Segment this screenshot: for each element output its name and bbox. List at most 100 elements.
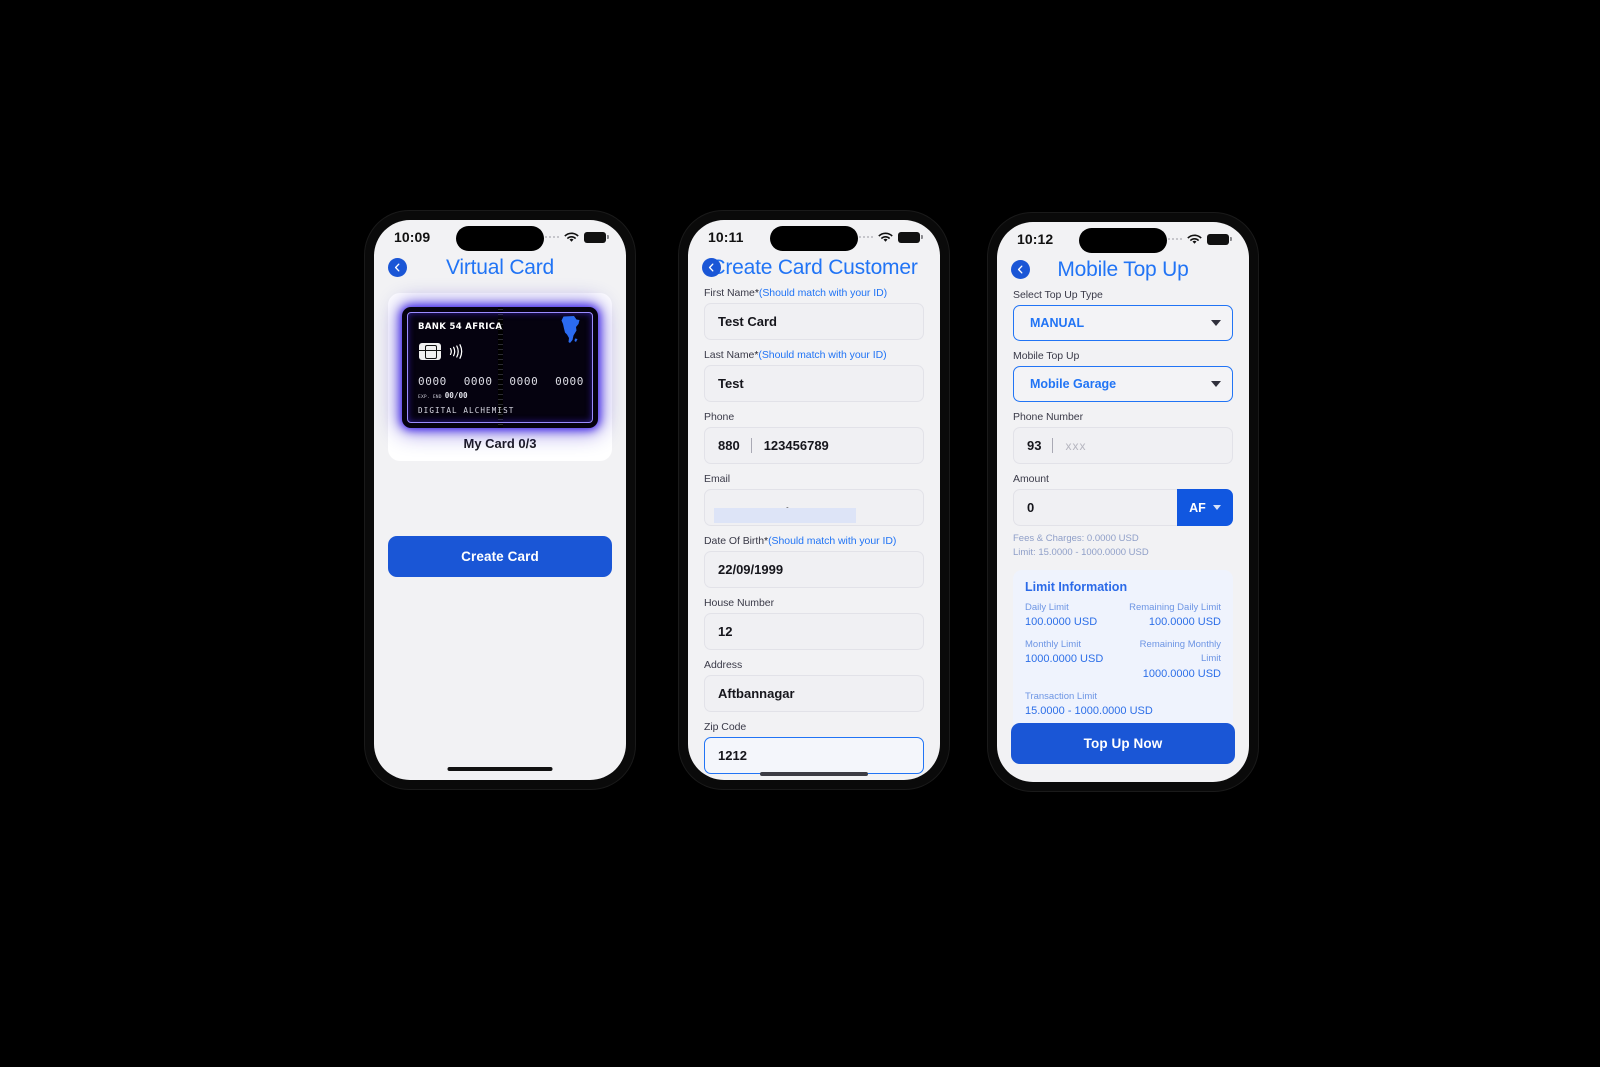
field-last-name: Last Name*(Should match with your ID) Te… [704, 349, 924, 402]
field-label: Amount [1013, 473, 1049, 485]
label-text: Address [704, 659, 743, 671]
card-number-group: 0000 [555, 375, 584, 388]
phone-create-card-customer: 10:11 Create Card Customer First Name*(S… [679, 211, 949, 789]
screenshot-canvas: 10:09 Virtual Card BANK 54 AFRICA 0000 0… [0, 0, 1600, 1067]
label-text: Zip Code [704, 721, 747, 733]
nav-bar: Create Card Customer [688, 254, 940, 287]
status-time: 10:09 [394, 229, 431, 245]
phone-number-input[interactable]: 93 xxx [1013, 427, 1233, 464]
zip-code-input[interactable]: 1212 [704, 737, 924, 774]
field-label: Select Top Up Type [1013, 289, 1103, 301]
input-value: Test Card [718, 314, 777, 329]
chevron-left-icon [394, 263, 400, 272]
field-label: Address [704, 659, 924, 671]
remaining-monthly-limit-value: 1000.0000 USD [1142, 667, 1221, 680]
amount-input[interactable]: 0 [1013, 489, 1177, 526]
field-operator: Mobile Top Up Mobile Garage [1013, 350, 1233, 402]
text-selection-highlight [714, 508, 856, 523]
status-time: 10:12 [1017, 231, 1054, 247]
wifi-icon [878, 231, 893, 242]
input-value: 1212 [718, 748, 747, 763]
nav-bar: Mobile Top Up [997, 256, 1249, 289]
topup-type-select[interactable]: MANUAL [1013, 305, 1233, 341]
phone-country-prefix: 880 [718, 438, 752, 453]
home-indicator [447, 767, 553, 771]
monthly-limit: Monthly Limit 1000.0000 USD [1025, 638, 1123, 682]
address-input[interactable]: Aftbannagar [704, 675, 924, 712]
battery-icon [1207, 233, 1232, 245]
daily-limit: Daily Limit 100.0000 USD [1025, 601, 1123, 631]
status-bar: 10:12 [997, 222, 1249, 256]
label-text: First Name [704, 287, 755, 299]
remaining-monthly-limit-label: Remaining Monthly Limit [1139, 639, 1221, 665]
back-button[interactable] [1011, 260, 1030, 279]
field-address: Address Aftbannagar [704, 659, 924, 712]
virtual-card[interactable]: BANK 54 AFRICA 0000 0000 0000 0000 EXP. … [402, 307, 598, 428]
back-button[interactable] [702, 258, 721, 277]
field-date-of-birth: Date Of Birth*(Should match with your ID… [704, 535, 924, 588]
status-icons [544, 231, 609, 243]
phone2-screen: 10:11 Create Card Customer First Name*(S… [688, 220, 940, 780]
field-label: Date Of Birth*(Should match with your ID… [704, 535, 924, 547]
wifi-icon [1187, 233, 1202, 244]
label-hint: (Should match with your ID) [768, 535, 897, 547]
input-value: 0 [1027, 500, 1035, 515]
field-amount: Amount 0 AF Fees & Charges: 0.0000 USD L… [1013, 473, 1233, 560]
field-label: Last Name*(Should match with your ID) [704, 349, 924, 361]
customer-form: First Name*(Should match with your ID) T… [688, 287, 940, 774]
card-number-group: 0000 [463, 375, 493, 388]
wifi-icon [564, 231, 579, 242]
house-number-input[interactable]: 12 [704, 613, 924, 650]
chevron-left-icon [1017, 265, 1023, 274]
currency-value: AF [1189, 500, 1206, 515]
input-value: Aftbannagar [718, 686, 795, 701]
limit-note: Limit: 15.0000 - 1000.0000 USD [1013, 546, 1149, 558]
field-label: Email [704, 473, 924, 485]
transaction-limit: Transaction Limit 15.0000 - 1000.0000 US… [1025, 690, 1221, 720]
phone1-screen: 10:09 Virtual Card BANK 54 AFRICA 0000 0… [374, 220, 626, 780]
chevron-down-icon [1211, 320, 1221, 326]
phone-country-prefix: 93 [1027, 438, 1054, 453]
back-button[interactable] [388, 258, 407, 277]
field-label: House Number [704, 597, 924, 609]
card-expiry-label: EXP. END [418, 395, 442, 400]
phone-mobile-top-up: 10:12 Mobile Top Up Select Top Up Type M… [988, 213, 1258, 791]
create-card-button[interactable]: Create Card [388, 536, 612, 577]
amount-row: 0 AF [1013, 489, 1233, 526]
email-input[interactable]: user@appdevs.net [704, 489, 924, 526]
signal-icon [858, 235, 873, 239]
label-hint: (Should match with your ID) [758, 349, 887, 361]
currency-select[interactable]: AF [1177, 489, 1233, 526]
field-label: Zip Code [704, 721, 924, 733]
date-of-birth-input[interactable]: 22/09/1999 [704, 551, 924, 588]
remaining-daily-limit-label: Remaining Daily Limit [1129, 601, 1221, 613]
operator-select[interactable]: Mobile Garage [1013, 366, 1233, 402]
limit-grid: Daily Limit 100.0000 USD Remaining Daily… [1025, 601, 1221, 720]
input-placeholder: xxx [1065, 438, 1087, 453]
input-value: 22/09/1999 [718, 562, 784, 577]
card-number-group: 0000 [509, 375, 539, 388]
label-text: Email [704, 473, 731, 485]
label-text: Phone [704, 411, 735, 423]
home-indicator [760, 772, 868, 776]
dynamic-island [770, 226, 858, 251]
africa-map-icon [561, 316, 580, 343]
battery-icon [898, 231, 923, 243]
label-text: Date Of Birth [704, 535, 765, 547]
last-name-input[interactable]: Test [704, 365, 924, 402]
daily-limit-label: Daily Limit [1025, 601, 1069, 613]
first-name-input[interactable]: Test Card [704, 303, 924, 340]
top-up-now-button[interactable]: Top Up Now [1011, 723, 1235, 764]
select-value: MANUAL [1030, 316, 1085, 330]
chevron-down-icon [1212, 505, 1221, 510]
field-zip-code: Zip Code 1212 [704, 721, 924, 774]
phone-virtual-card: 10:09 Virtual Card BANK 54 AFRICA 0000 0… [365, 211, 635, 789]
phone-input[interactable]: 880 123456789 [704, 427, 924, 464]
chevron-down-icon [1211, 381, 1221, 387]
page-title: Mobile Top Up [1057, 257, 1189, 281]
fees-note: Fees & Charges: 0.0000 USD [1013, 533, 1139, 544]
daily-limit-value: 100.0000 USD [1025, 615, 1098, 628]
field-first-name: First Name*(Should match with your ID) T… [704, 287, 924, 340]
status-bar: 10:09 [374, 220, 626, 254]
status-icons [1167, 233, 1232, 245]
